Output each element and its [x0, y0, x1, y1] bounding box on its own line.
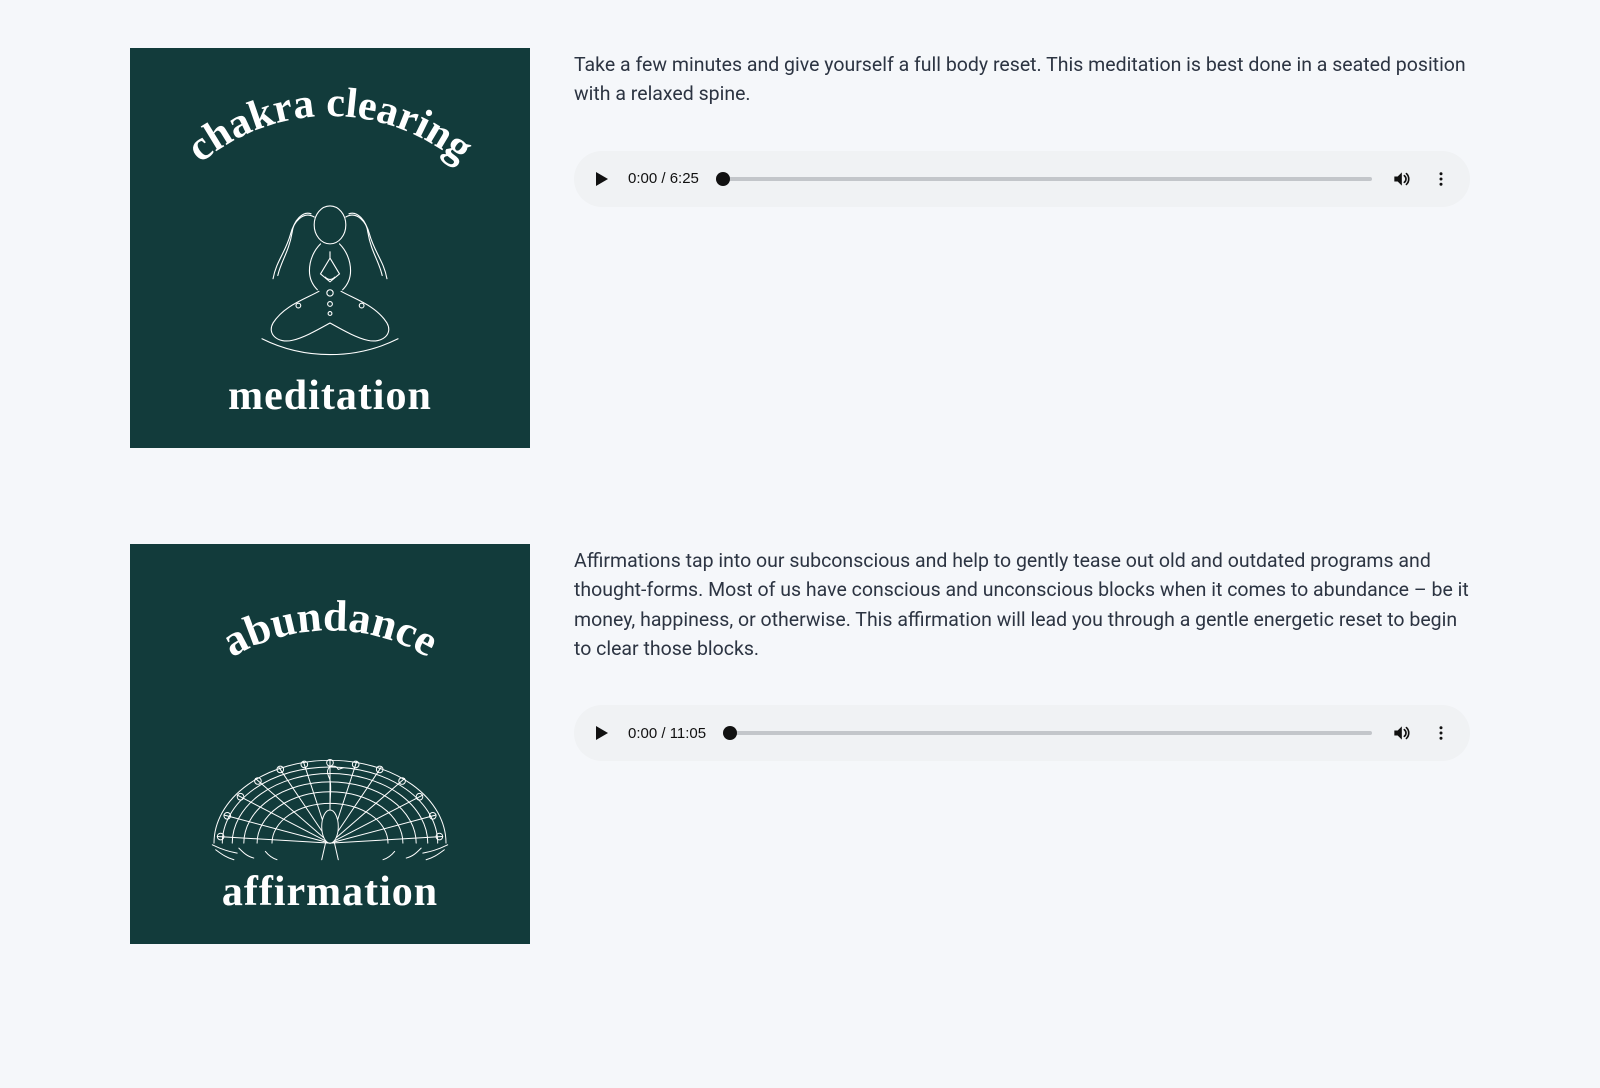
volume-button[interactable] — [1390, 168, 1412, 190]
peacock-icon — [144, 694, 516, 868]
tile-chakra-clearing: chakra clearing meditation — [130, 48, 530, 448]
description-text: Affirmations tap into our subconscious a… — [574, 546, 1470, 663]
volume-icon — [1391, 169, 1411, 189]
svg-text:abundance: abundance — [214, 591, 447, 666]
play-icon — [593, 171, 609, 187]
more-options-button[interactable] — [1430, 168, 1452, 190]
volume-button[interactable] — [1390, 722, 1412, 744]
audio-player: 0:00 / 6:25 — [574, 151, 1470, 207]
kebab-icon — [1432, 170, 1450, 188]
time-display: 0:00 / 6:25 — [628, 170, 699, 187]
meditation-figure-icon — [144, 198, 516, 372]
kebab-icon — [1432, 724, 1450, 742]
card-content: Take a few minutes and give yourself a f… — [574, 48, 1470, 207]
volume-icon — [1391, 723, 1411, 743]
affirmation-card: abundance — [130, 544, 1470, 944]
tile-title-arch: abundance — [144, 574, 516, 694]
meditation-card: chakra clearing meditation Take a few mi… — [130, 48, 1470, 448]
tile-title-arch: chakra clearing — [144, 78, 516, 198]
play-button[interactable] — [592, 724, 610, 742]
audio-player: 0:00 / 11:05 — [574, 705, 1470, 761]
seek-slider[interactable] — [724, 731, 1372, 735]
description-text: Take a few minutes and give yourself a f… — [574, 50, 1470, 109]
time-display: 0:00 / 11:05 — [628, 725, 706, 742]
tile-abundance: abundance — [130, 544, 530, 944]
tile-subtitle: affirmation — [222, 868, 438, 916]
seek-slider[interactable] — [717, 177, 1372, 181]
play-button[interactable] — [592, 170, 610, 188]
play-icon — [593, 725, 609, 741]
more-options-button[interactable] — [1430, 722, 1452, 744]
tile-subtitle: meditation — [228, 372, 432, 420]
svg-text:chakra clearing: chakra clearing — [178, 80, 481, 171]
card-content: Affirmations tap into our subconscious a… — [574, 544, 1470, 761]
